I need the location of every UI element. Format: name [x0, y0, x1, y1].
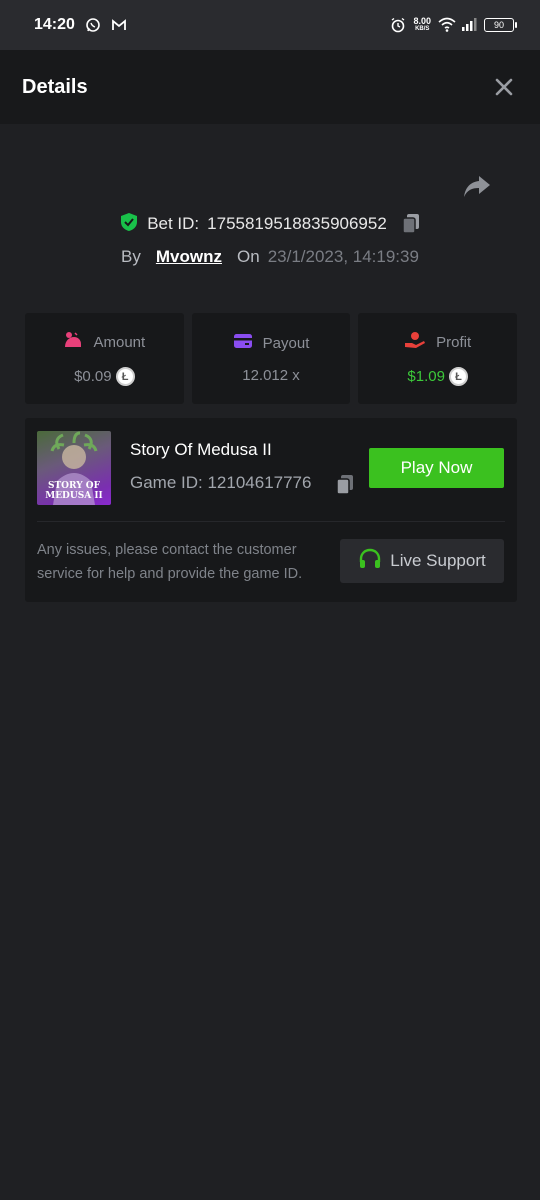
thumb-title-line2: MEDUSA II: [45, 491, 103, 501]
thumb-title-line1: STORY OF: [47, 481, 101, 491]
bet-id-value: 1755819518835906952: [207, 214, 387, 233]
amount-label: Amount: [93, 333, 146, 351]
bet-stats: Amount $0.09 Ł Payout 12.012 x Profit $1…: [25, 313, 518, 404]
username-link[interactable]: Mvownz: [156, 247, 222, 267]
litecoin-icon: Ł: [448, 367, 468, 386]
page-title: Details: [22, 75, 88, 98]
payout-header: Payout: [233, 333, 310, 353]
headset-icon: [358, 548, 382, 575]
payout-card: Payout 12.012 x: [191, 313, 351, 404]
card-icon: [233, 333, 253, 353]
status-bar: 14:20 8.00 KB/S 90: [0, 0, 540, 50]
litecoin-icon: Ł: [115, 367, 135, 386]
gmail-icon: [111, 17, 127, 33]
amount-icon: [63, 331, 83, 353]
status-time: 14:20: [34, 16, 75, 33]
share-icon: [464, 176, 490, 197]
signal-icon: [461, 17, 477, 33]
profit-value: $1.09: [407, 368, 445, 385]
play-now-button[interactable]: Play Now: [369, 448, 504, 488]
copy-icon: [402, 214, 419, 234]
profit-label: Profit: [436, 333, 472, 351]
bet-date: 23/1/2023, 14:19:39: [267, 247, 419, 266]
alarm-icon: [390, 17, 406, 33]
copy-game-id-button[interactable]: [335, 474, 355, 496]
status-left: 14:20: [34, 16, 127, 34]
payout-label: Payout: [262, 334, 310, 352]
on-label: On: [237, 247, 260, 266]
divider: [37, 521, 505, 522]
amount-card: Amount $0.09 Ł: [25, 313, 184, 404]
copy-bet-id-button[interactable]: [401, 213, 421, 235]
whatsapp-icon: [85, 17, 101, 33]
game-id: Game ID: 12104617776: [130, 473, 312, 492]
close-icon: [495, 78, 513, 96]
copy-icon: [336, 475, 353, 495]
details-header: Details: [0, 50, 540, 124]
net-speed-value: 8.00: [413, 16, 431, 26]
net-speed: 8.00 KB/S: [413, 17, 431, 33]
game-card: STORY OF MEDUSA II Story Of Medusa II Ga…: [25, 418, 517, 602]
profit-card: Profit $1.09 Ł: [358, 313, 518, 404]
profit-header: Profit: [404, 331, 471, 353]
profit-value-row: $1.09 Ł: [407, 367, 468, 386]
payout-value-row: 12.012 x: [242, 367, 300, 384]
support-help-text: Any issues, please contact the customer …: [37, 542, 303, 582]
wifi-icon: [438, 17, 456, 33]
amount-value: $0.09: [74, 368, 112, 385]
amount-value-row: $0.09 Ł: [74, 367, 135, 386]
game-name: Story Of Medusa II: [130, 440, 272, 459]
bet-id-label: Bet ID:: [147, 214, 200, 233]
share-button[interactable]: [462, 174, 492, 200]
bet-meta-line: By Mvownz On 23/1/2023, 14:19:39: [0, 244, 540, 270]
bet-id-line: Bet ID: 1755819518835906952: [0, 210, 540, 238]
status-right: 8.00 KB/S 90: [390, 17, 517, 33]
shield-check-icon: [119, 212, 139, 237]
net-speed-unit: KB/S: [415, 26, 430, 32]
by-label: By: [121, 247, 141, 266]
close-button[interactable]: [492, 75, 516, 99]
battery-indicator: 90: [484, 18, 517, 32]
profit-hand-icon: [404, 331, 426, 353]
payout-value: 12.012 x: [242, 367, 300, 384]
amount-header: Amount: [63, 331, 145, 353]
game-thumbnail[interactable]: STORY OF MEDUSA II: [37, 431, 111, 505]
live-support-label: Live Support: [390, 551, 486, 570]
live-support-button[interactable]: Live Support: [340, 539, 504, 583]
